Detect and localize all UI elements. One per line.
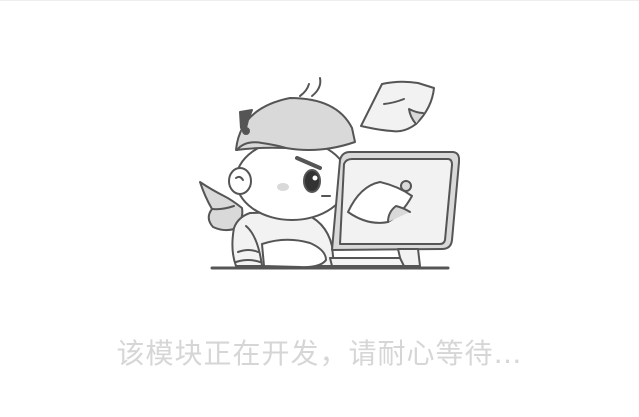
under-development-message: 该模块正在开发，请耐心等待… [116, 337, 523, 370]
keyboard-icon [329, 257, 405, 267]
computer-monitor-icon [331, 151, 460, 267]
top-divider [0, 0, 639, 1]
under-development-page: 该模块正在开发，请耐心等待… [0, 0, 639, 417]
developer-at-computer-illustration [199, 77, 460, 270]
flying-paper-icon [360, 80, 435, 133]
